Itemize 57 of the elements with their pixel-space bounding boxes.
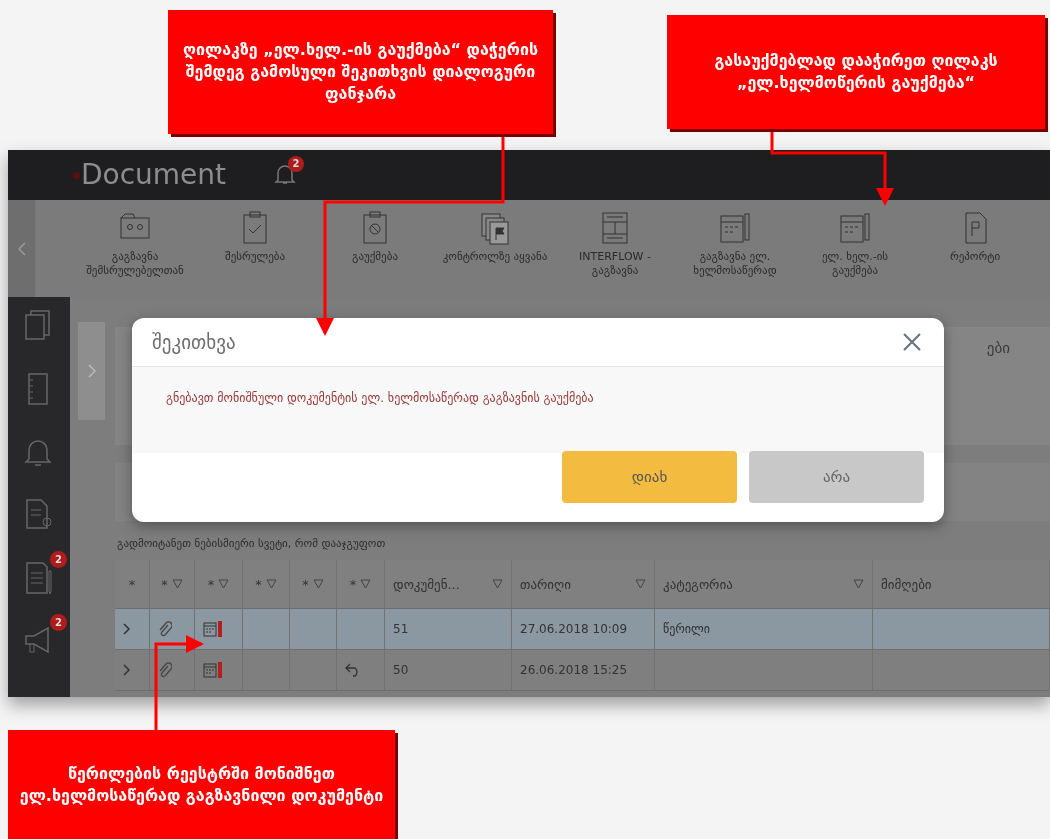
calendar-pen-icon xyxy=(838,210,872,246)
filter-icon[interactable] xyxy=(492,579,503,589)
column-header[interactable]: მიმღები xyxy=(873,560,1050,608)
column-header[interactable]: * xyxy=(337,560,385,608)
toolbar-button[interactable]: INTERFLOW - გაგზავნა xyxy=(555,200,675,279)
column-header[interactable]: * xyxy=(195,560,243,608)
confirm-button[interactable]: დიახ xyxy=(562,451,737,503)
chevron-right-icon[interactable] xyxy=(87,364,96,378)
date-text: 26.06.2018 15:25 xyxy=(520,663,628,677)
chevron-left-icon[interactable] xyxy=(17,241,26,256)
close-icon xyxy=(902,332,922,352)
column-header[interactable]: * xyxy=(115,560,150,608)
close-button[interactable] xyxy=(902,332,922,352)
toolbar-button[interactable]: გაგზავნა ელ. ხელმოსაწერად xyxy=(675,200,795,279)
toolbar-button[interactable]: ელ. ხელ.-ის გაუქმება xyxy=(795,200,915,279)
expand-chevron-icon[interactable] xyxy=(123,664,131,676)
filter-icon[interactable] xyxy=(853,579,864,589)
column-header[interactable]: დოკუმენ... xyxy=(385,560,512,608)
callout-note: ღილაკზე „ელ.ხელ.-ის გაუქმება“ დაჭერის შემდეგ გამოსული შეკითხვის დიალოგური ფანჯარა xyxy=(168,10,553,134)
calendar-pen-icon xyxy=(718,210,752,246)
filter-icon[interactable] xyxy=(312,579,324,589)
filter-icon[interactable] xyxy=(265,579,277,589)
callout-note: გასაუქმებლად დააჭირეთ ღილაკს „ელ.ხელმოწერის გაუქმება“ xyxy=(667,15,1045,129)
column-header[interactable]: * xyxy=(290,560,337,608)
column-header[interactable]: კატეგორია xyxy=(655,560,873,608)
column-header[interactable]: * xyxy=(150,560,195,608)
notification-badge: 2 xyxy=(288,156,305,172)
group-hint: გადმოიტანეთ ნებისმიერი სვეტი, რომ დააჯგუფოთ xyxy=(116,536,387,552)
document-number: 51 xyxy=(393,622,409,636)
count-badge: 2 xyxy=(50,551,67,568)
logo-dot-icon xyxy=(73,171,80,179)
document-number: 50 xyxy=(393,663,409,677)
toolbar-button[interactable]: კონტროლზე აყვანა xyxy=(435,200,555,279)
toolbar-button[interactable]: გაუქმება xyxy=(315,200,435,279)
cancel-button[interactable]: არა xyxy=(749,451,924,503)
filter-icon[interactable] xyxy=(171,579,183,589)
filter-icon[interactable] xyxy=(635,579,646,589)
table-row[interactable]: 50 26.06.2018 15:25 xyxy=(115,650,1050,691)
document-pen-icon[interactable] xyxy=(23,561,55,597)
toolbar-button[interactable]: რეპორტი xyxy=(915,200,1035,279)
filter-icon[interactable] xyxy=(360,579,372,589)
expand-chevron-icon[interactable] xyxy=(123,623,131,635)
column-header[interactable]: * xyxy=(243,560,290,608)
date-text: 27.06.2018 10:09 xyxy=(520,622,628,636)
toolbar-button[interactable]: შესრულება xyxy=(195,200,315,279)
dialog-message: გნებავთ მონიშნული დოკუმენტის ელ. ხელმოსაწერად გაგზავნის გაუქმება xyxy=(132,367,944,453)
callout-note: წერილების რეესტრში მონიშნეთ ელ.ხელმოსაწერად გაგზავნილი დოკუმენტი xyxy=(8,730,395,839)
column-header[interactable]: თარიღი xyxy=(512,560,655,608)
app-logo: Document xyxy=(81,157,227,193)
count-badge: 2 xyxy=(50,614,67,631)
filter-icon[interactable] xyxy=(218,579,230,589)
panel-heading: ები xyxy=(986,339,1010,359)
category-text: წერილი xyxy=(663,622,711,636)
table-row[interactable]: 51 27.06.2018 10:09 წერილი xyxy=(115,609,1050,650)
dialog-title: შეკითხვა xyxy=(152,331,236,353)
flag-documents-icon xyxy=(478,210,512,246)
toolbar-button[interactable]: გაგზავნა შემსრულებელთან xyxy=(75,200,195,279)
